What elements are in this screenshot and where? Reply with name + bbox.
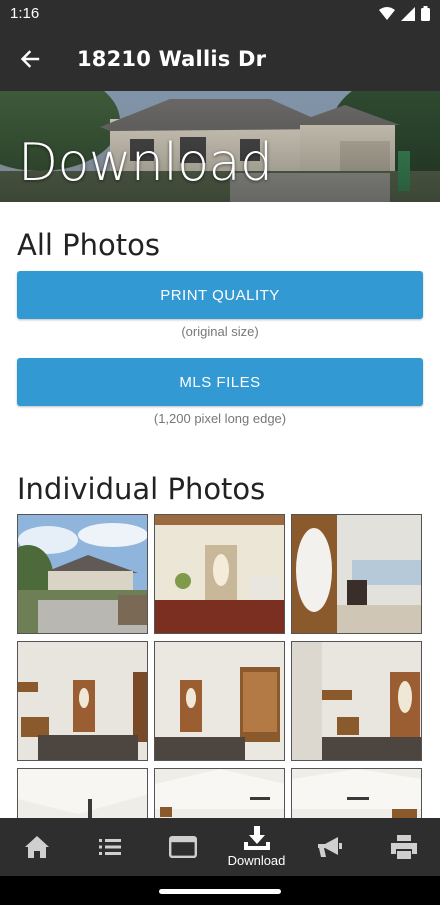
nav-promote[interactable] [293, 818, 366, 876]
nav-download[interactable]: Download [220, 818, 293, 876]
photo-thumbnail-living-room-door[interactable] [291, 514, 422, 634]
list-icon [98, 839, 121, 855]
system-nav-bar [0, 876, 440, 905]
browser-icon [168, 836, 197, 858]
nav-download-label: Download [227, 853, 286, 868]
photo-thumbnail-living-room-ceiling-1[interactable] [17, 768, 148, 818]
photo-thumbnail-entry-hall[interactable] [154, 514, 285, 634]
printer-icon [390, 835, 417, 859]
mls-files-button[interactable]: MLS FILES [17, 358, 423, 406]
photo-thumbnail-living-room-ceiling-2[interactable] [154, 768, 285, 818]
bottom-nav: Download [0, 818, 440, 876]
download-icon [243, 826, 270, 850]
photo-thumbnail-foyer-3[interactable] [291, 641, 422, 761]
battery-icon [421, 6, 430, 21]
arrow-back-icon [20, 50, 40, 68]
nav-list[interactable] [73, 818, 146, 876]
photo-grid [17, 514, 423, 818]
mls-files-caption: (1,200 pixel long edge) [153, 411, 287, 426]
nav-browser[interactable] [146, 818, 219, 876]
photo-thumbnail-foyer-2[interactable] [154, 641, 285, 761]
individual-photos-heading: Individual Photos [17, 472, 266, 506]
home-gesture-pill[interactable] [159, 889, 281, 894]
back-button[interactable] [12, 41, 48, 77]
megaphone-icon [317, 837, 342, 857]
all-photos-heading: All Photos [17, 228, 161, 262]
app-bar: 18210 Wallis Dr [0, 27, 440, 91]
photo-thumbnail-foyer-1[interactable] [17, 641, 148, 761]
hero-title: Download [18, 133, 273, 193]
status-icons [379, 6, 430, 21]
signal-icon [401, 6, 415, 21]
print-quality-caption: (original size) [181, 324, 259, 339]
status-time: 1:16 [10, 5, 40, 22]
photo-thumbnail-living-room-ceiling-3[interactable] [291, 768, 422, 818]
hero-banner: Download [0, 91, 440, 202]
status-bar: 1:16 [0, 0, 440, 27]
nav-print[interactable] [367, 818, 440, 876]
wifi-icon [379, 6, 395, 20]
page-title: 18210 Wallis Dr [77, 47, 267, 71]
photo-thumbnail-house-exterior[interactable] [17, 514, 148, 634]
print-quality-button[interactable]: PRINT QUALITY [17, 271, 423, 319]
home-icon [24, 836, 49, 858]
nav-home[interactable] [0, 818, 73, 876]
